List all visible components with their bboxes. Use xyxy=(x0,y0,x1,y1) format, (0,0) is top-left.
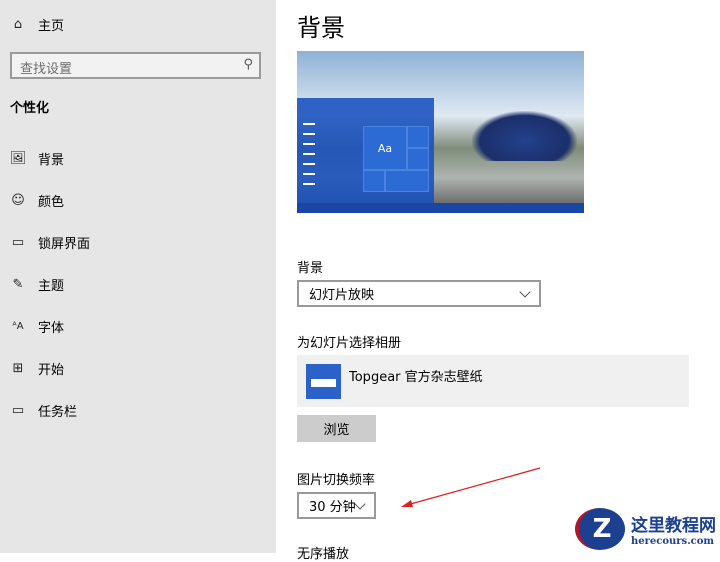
sidebar: ⌂ 主页 查找设置 ⚲ 个性化 🖼 背景 ☺ 颜色 ▭ 锁屏界面 ✎ 主题 ᴬA… xyxy=(0,0,276,553)
browse-button[interactable]: 浏览 xyxy=(297,415,376,442)
section-title: 个性化 xyxy=(10,101,50,116)
preview-tile: Aa xyxy=(363,126,407,170)
album-name: Topgear 官方杂志壁纸 xyxy=(349,370,483,385)
album-item[interactable]: Topgear 官方杂志壁纸 xyxy=(297,355,689,407)
folder-icon xyxy=(306,364,341,399)
interval-value: 30 分钟 xyxy=(309,500,356,515)
lock-screen-icon: ▭ xyxy=(11,235,25,250)
font-icon: ᴬA xyxy=(12,321,24,332)
album-label: 为幻灯片选择相册 xyxy=(297,336,402,351)
watermark-url: herecours.com xyxy=(631,536,715,547)
start-icon: ⊞ xyxy=(12,361,24,376)
sidebar-item-label: 主题 xyxy=(38,279,65,294)
sidebar-item-fonts[interactable]: ᴬA 字体 xyxy=(10,317,64,336)
sidebar-item-themes[interactable]: ✎ 主题 xyxy=(10,275,64,294)
sidebar-item-label: 锁屏界面 xyxy=(38,237,91,252)
sidebar-item-label: 字体 xyxy=(38,321,65,336)
search-placeholder: 查找设置 xyxy=(20,62,73,77)
sidebar-item-label: 开始 xyxy=(38,363,65,378)
home-icon: ⌂ xyxy=(13,17,23,32)
interval-label: 图片切换频率 xyxy=(297,473,376,488)
sidebar-item-start[interactable]: ⊞ 开始 xyxy=(10,359,64,378)
background-value: 幻灯片放映 xyxy=(309,288,375,303)
page-title: 背景 xyxy=(297,14,345,42)
car-image xyxy=(472,111,577,161)
sidebar-item-taskbar[interactable]: ▭ 任务栏 xyxy=(10,401,77,420)
chevron-down-icon xyxy=(519,285,531,298)
nav-home[interactable]: ⌂ 主页 xyxy=(10,15,64,34)
background-preview: Aa xyxy=(297,51,584,213)
sidebar-item-lock-screen[interactable]: ▭ 锁屏界面 xyxy=(10,233,90,252)
search-icon: ⚲ xyxy=(243,57,253,72)
watermark-name: 这里教程网 xyxy=(631,516,716,536)
background-label: 背景 xyxy=(297,261,324,276)
picture-icon: 🖼 xyxy=(9,151,27,166)
sidebar-item-colors[interactable]: ☺ 颜色 xyxy=(10,191,64,210)
background-dropdown[interactable]: 幻灯片放映 xyxy=(297,280,541,307)
preview-taskbar xyxy=(297,203,584,213)
sidebar-item-label: 任务栏 xyxy=(38,405,78,420)
preview-window: Aa xyxy=(297,98,434,203)
palette-icon: ☺ xyxy=(11,193,25,208)
sidebar-item-background[interactable]: 🖼 背景 xyxy=(10,149,64,168)
taskbar-icon: ▭ xyxy=(11,403,25,418)
theme-icon: ✎ xyxy=(12,277,24,292)
watermark: Z 这里教程网 herecours.com xyxy=(575,508,716,550)
sidebar-item-label: 背景 xyxy=(38,153,65,168)
nav-home-label: 主页 xyxy=(38,19,65,34)
interval-dropdown[interactable]: 30 分钟 xyxy=(297,492,376,519)
sidebar-item-label: 颜色 xyxy=(38,195,65,210)
watermark-logo: Z xyxy=(575,508,625,550)
search-input[interactable]: 查找设置 ⚲ xyxy=(10,52,261,79)
red-arrow-annotation xyxy=(401,467,541,507)
chevron-down-icon xyxy=(354,497,366,510)
